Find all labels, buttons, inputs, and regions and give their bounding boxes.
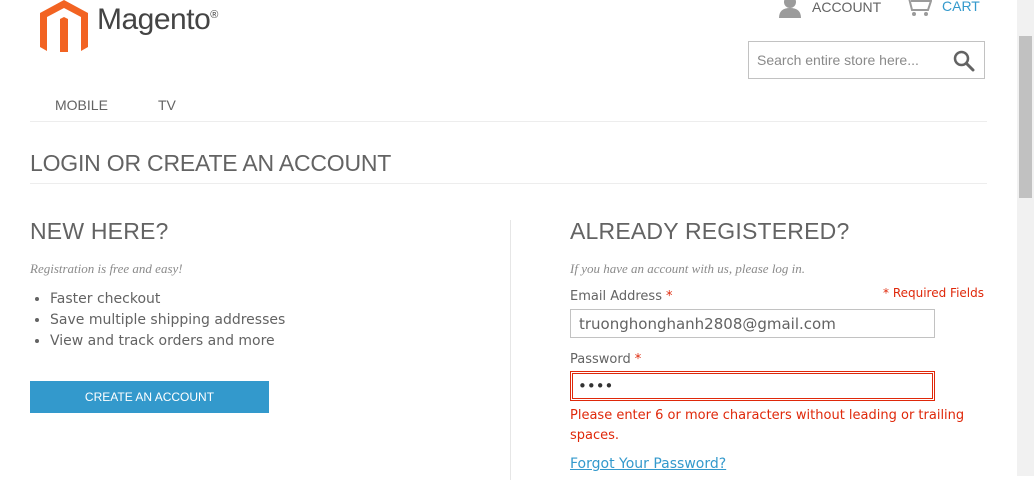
registration-note: Registration is free and easy!	[30, 261, 183, 276]
cart-label: CART	[942, 0, 980, 14]
scrollbar-thumb[interactable]	[1019, 36, 1032, 198]
create-account-button[interactable]: CREATE AN ACCOUNT	[30, 381, 269, 413]
benefit-item: View and track orders and more	[50, 331, 285, 352]
required-star: *	[665, 289, 673, 304]
password-field[interactable]	[572, 373, 933, 399]
search-input[interactable]	[749, 42, 957, 78]
forgot-password-link[interactable]: Forgot Your Password?	[570, 456, 726, 472]
account-link[interactable]: ACCOUNT	[778, 0, 881, 18]
required-star: *	[634, 352, 642, 367]
already-registered-heading: ALREADY REGISTERED?	[570, 218, 850, 244]
password-label: Password *	[570, 352, 641, 367]
title-divider	[30, 183, 987, 184]
user-icon	[779, 0, 801, 18]
nav-item-mobile[interactable]: MOBILE	[55, 97, 108, 113]
email-label: Email Address *	[570, 289, 672, 304]
account-label: ACCOUNT	[812, 0, 882, 15]
password-label-text: Password	[570, 352, 631, 367]
magento-logo-icon[interactable]	[38, 0, 90, 56]
email-label-text: Email Address	[570, 289, 662, 304]
benefit-item: Faster checkout	[50, 289, 285, 310]
login-note: If you have an account with us, please l…	[570, 261, 806, 276]
email-field[interactable]	[570, 309, 935, 338]
scrollbar[interactable]	[1017, 0, 1034, 476]
cart-link[interactable]: CART	[904, 0, 980, 16]
new-here-heading: NEW HERE?	[30, 218, 169, 244]
required-fields-note: * Required Fields	[883, 286, 984, 300]
page-title: LOGIN OR CREATE AN ACCOUNT	[30, 150, 392, 176]
column-divider	[510, 220, 511, 480]
logo-registered-mark: ®	[210, 9, 218, 21]
nav-item-tv[interactable]: TV	[158, 97, 176, 113]
logo-text[interactable]: Magento®	[97, 3, 218, 37]
password-field-wrapper	[570, 371, 935, 401]
nav-divider	[30, 121, 987, 122]
search-box	[748, 41, 985, 79]
cart-icon	[908, 0, 932, 16]
logo-wordmark: Magento	[97, 3, 211, 36]
benefits-list: Faster checkout Save multiple shipping a…	[30, 289, 285, 352]
search-icon[interactable]	[953, 50, 975, 72]
benefit-item: Save multiple shipping addresses	[50, 310, 285, 331]
password-error-message: Please enter 6 or more characters withou…	[570, 408, 965, 443]
